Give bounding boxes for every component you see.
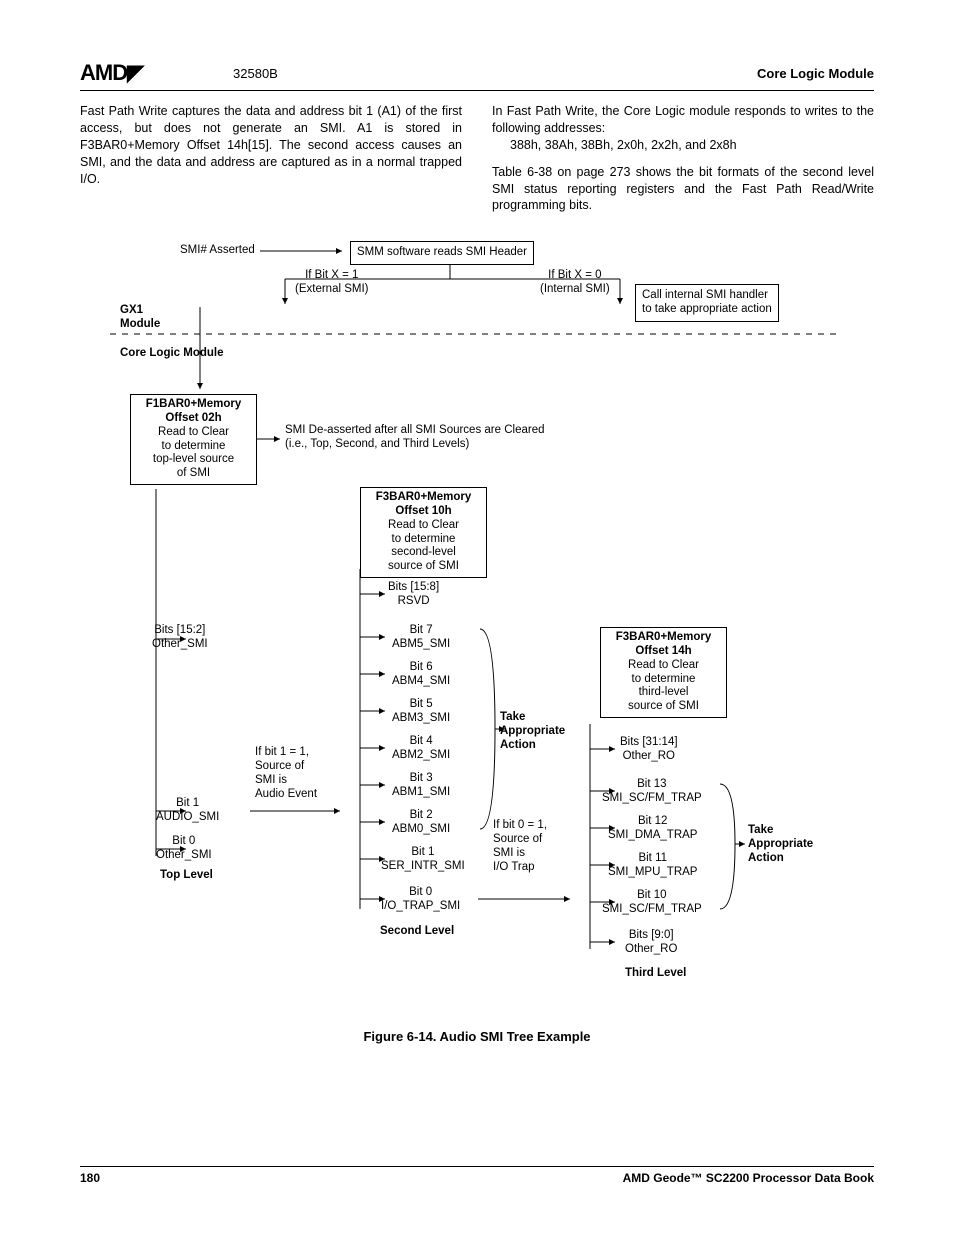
page-number: 180 (80, 1171, 100, 1185)
ifbit1: If bit 1 = 1,Source of SMI isAudio Event (255, 746, 317, 801)
smm-reads-box: SMM software reads SMI Header (350, 241, 534, 265)
top-bits152: Bits [15:2]Other_SMI (152, 624, 208, 652)
take-action-mid: TakeAppropriateAction (500, 711, 565, 752)
right-column: In Fast Path Write, the Core Logic modul… (492, 103, 874, 214)
page-footer: 180 AMD Geode™ SC2200 Processor Data Boo… (80, 1166, 874, 1185)
sec-b1: Bit 1SER_INTR_SMI (381, 846, 465, 874)
sec-b2: Bit 2ABM0_SMI (392, 809, 450, 837)
tl-13: Bit 13SMI_SC/FM_TRAP (602, 778, 702, 806)
para1: Fast Path Write captures the data and ad… (80, 104, 462, 186)
tl-31: Bits [31:14]Other_RO (620, 736, 678, 764)
second-level-label: Second Level (380, 925, 454, 939)
gx1-module: GX1Module (120, 304, 160, 332)
f1bar-box: F1BAR0+Memory Offset 02h Read to Clear t… (130, 394, 257, 485)
f3bar10-box: F3BAR0+Memory Offset 10h Read to Clear t… (360, 487, 487, 578)
sec-b0: Bit 0I/O_TRAP_SMI (381, 886, 460, 914)
f3bar14-box: F3BAR0+Memory Offset 14h Read to Clear t… (600, 627, 727, 718)
take-action-right: TakeAppropriateAction (748, 824, 813, 865)
top-bit0: Bit 0Other_SMI (156, 835, 212, 863)
diagram: SMI# Asserted SMM software reads SMI Hea… (80, 229, 874, 1019)
amd-logo: AMD◤ (80, 60, 143, 86)
sec-b6: Bit 6ABM4_SMI (392, 661, 450, 689)
figure-caption: Figure 6-14. Audio SMI Tree Example (80, 1029, 874, 1044)
book-title: AMD Geode™ SC2200 Processor Data Book (623, 1171, 874, 1185)
sec-b5: Bit 5ABM3_SMI (392, 698, 450, 726)
deassert: SMI De-asserted after all SMI Sources ar… (285, 424, 545, 452)
call-handler-box: Call internal SMI handlerto take appropr… (635, 284, 779, 322)
top-level-label: Top Level (160, 869, 213, 883)
address-list: 388h, 38Ah, 38Bh, 2x0h, 2x2h, and 2x8h (492, 137, 874, 154)
top-bit1: Bit 1AUDIO_SMI (156, 797, 219, 825)
bitx1: If Bit X = 1(External SMI) (295, 269, 369, 297)
core-logic-module-label: Core Logic Module (120, 347, 224, 361)
body-columns: Fast Path Write captures the data and ad… (80, 103, 874, 214)
para3: Table 6-38 on page 273 shows the bit for… (492, 165, 874, 213)
bitx0: If Bit X = 0(Internal SMI) (540, 269, 610, 297)
sec-b158: Bits [15:8]RSVD (388, 581, 439, 609)
sec-b4: Bit 4ABM2_SMI (392, 735, 450, 763)
tl-90: Bits [9:0]Other_RO (625, 929, 677, 957)
page-header: AMD◤ 32580B Core Logic Module (80, 60, 874, 91)
sec-b7: Bit 7ABM5_SMI (392, 624, 450, 652)
left-column: Fast Path Write captures the data and ad… (80, 103, 462, 214)
module-title: Core Logic Module (757, 66, 874, 81)
tl-12: Bit 12SMI_DMA_TRAP (608, 815, 697, 843)
page: AMD◤ 32580B Core Logic Module Fast Path … (0, 0, 954, 1235)
logo-arrow-icon: ◤ (127, 60, 143, 85)
para2a: In Fast Path Write, the Core Logic modul… (492, 104, 874, 135)
third-level-label: Third Level (625, 967, 686, 981)
ifbit0: If bit 0 = 1,Source of SMI isI/O Trap (493, 819, 547, 874)
sec-b3: Bit 3ABM1_SMI (392, 772, 450, 800)
doc-number: 32580B (233, 66, 278, 81)
smi-asserted: SMI# Asserted (180, 244, 255, 258)
tl-10: Bit 10SMI_SC/FM_TRAP (602, 889, 702, 917)
tl-11: Bit 11SMI_MPU_TRAP (608, 852, 697, 880)
